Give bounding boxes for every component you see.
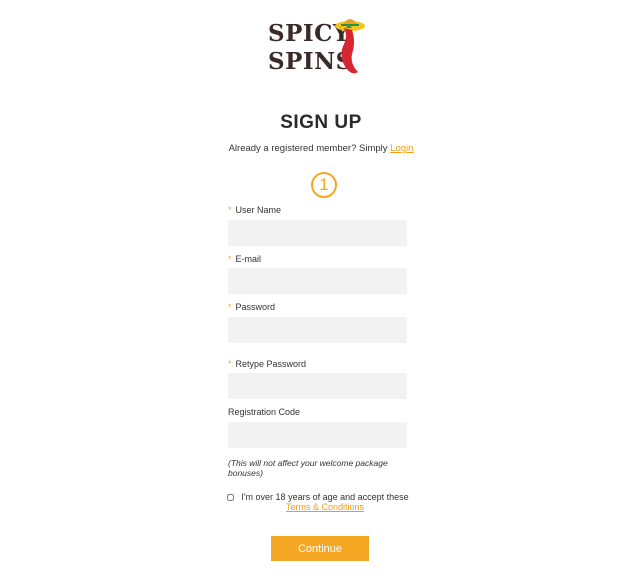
- required-marker: *: [228, 205, 232, 215]
- retype-password-label: * Retype Password: [228, 359, 306, 369]
- password-input[interactable]: [228, 317, 407, 343]
- step-indicator: 1: [311, 172, 337, 198]
- registration-code-note: (This will not affect your welcome packa…: [228, 458, 388, 478]
- login-prompt: Already a registered member? Simply Logi…: [0, 143, 642, 154]
- retype-password-input[interactable]: [228, 373, 407, 399]
- login-prompt-text: Already a registered member? Simply: [228, 143, 391, 154]
- password-label-text: Password: [235, 302, 276, 312]
- age-terms-text: I'm over 18 years of age and accept thes…: [240, 492, 410, 512]
- registration-code-input[interactable]: [228, 422, 407, 448]
- email-label-text: E-mail: [235, 254, 262, 264]
- chili-pepper-icon: [335, 19, 365, 74]
- registration-code-label: Registration Code: [228, 407, 301, 417]
- username-input[interactable]: [228, 220, 407, 246]
- page-title: SIGN UP: [280, 112, 362, 133]
- age-terms-checkbox[interactable]: [227, 494, 234, 501]
- password-label: * Password: [228, 302, 275, 312]
- email-label: * E-mail: [228, 254, 261, 264]
- terms-link[interactable]: Terms & Conditions: [286, 502, 364, 512]
- required-marker: *: [228, 359, 232, 369]
- retype-password-label-text: Retype Password: [235, 359, 307, 369]
- required-marker: *: [228, 254, 232, 264]
- continue-button[interactable]: Continue: [271, 536, 369, 561]
- username-label-text: User Name: [235, 205, 282, 215]
- required-marker: *: [228, 302, 232, 312]
- username-label: * User Name: [228, 205, 281, 215]
- spicy-spins-logo: SPICY SPINS: [268, 14, 368, 80]
- age-terms-label: I'm over 18 years of age and accept thes…: [241, 492, 409, 502]
- email-input[interactable]: [228, 268, 407, 294]
- login-link[interactable]: Login: [390, 143, 413, 154]
